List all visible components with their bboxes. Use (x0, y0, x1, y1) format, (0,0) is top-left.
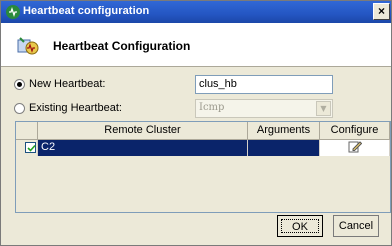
table-row[interactable]: C2 (16, 140, 390, 156)
row-checkbox[interactable] (25, 142, 36, 153)
chevron-down-icon[interactable]: ▼ (316, 101, 331, 116)
new-heartbeat-label: New Heartbeat: (29, 78, 106, 90)
window-title: Heartbeat configuration (23, 5, 150, 17)
new-heartbeat-radio[interactable] (14, 79, 25, 90)
table-header: Remote Cluster Arguments Configure (16, 122, 390, 140)
existing-heartbeat-row: Existing Heartbeat: Icmp ▼ (1, 97, 391, 121)
column-remote-cluster[interactable]: Remote Cluster (38, 122, 248, 140)
row-checkbox-cell (16, 140, 38, 156)
arguments-cell[interactable] (248, 140, 320, 156)
new-heartbeat-row: New Heartbeat: clus_hb (1, 73, 391, 97)
button-bar: OK Cancel (1, 215, 391, 241)
configure-cell[interactable] (320, 140, 390, 156)
header-title: Heartbeat Configuration (53, 39, 191, 53)
existing-heartbeat-radio[interactable] (14, 103, 25, 114)
remote-cluster-cell[interactable]: C2 (38, 140, 248, 156)
ok-button[interactable]: OK (277, 215, 323, 237)
header-band: Heartbeat Configuration (1, 23, 391, 67)
header-checkbox-col (16, 122, 38, 140)
existing-heartbeat-combo[interactable]: Icmp ▼ (195, 99, 333, 118)
edit-pencil-icon[interactable] (348, 141, 362, 156)
column-configure[interactable]: Configure (320, 122, 390, 140)
app-icon (5, 4, 21, 20)
new-heartbeat-input[interactable]: clus_hb (195, 75, 333, 94)
column-arguments[interactable]: Arguments (248, 122, 320, 140)
existing-heartbeat-label: Existing Heartbeat: (29, 102, 122, 114)
existing-heartbeat-value: Icmp (199, 102, 225, 113)
close-button[interactable]: × (373, 3, 390, 20)
title-bar[interactable]: Heartbeat configuration × (1, 1, 391, 23)
ok-label: OK (281, 219, 319, 233)
remote-cluster-table: Remote Cluster Arguments Configure C2 (15, 121, 391, 213)
cancel-button[interactable]: Cancel (333, 215, 379, 237)
heartbeat-config-icon (17, 35, 39, 57)
heartbeat-config-dialog: Heartbeat configuration × Heartbeat Conf… (0, 0, 392, 246)
